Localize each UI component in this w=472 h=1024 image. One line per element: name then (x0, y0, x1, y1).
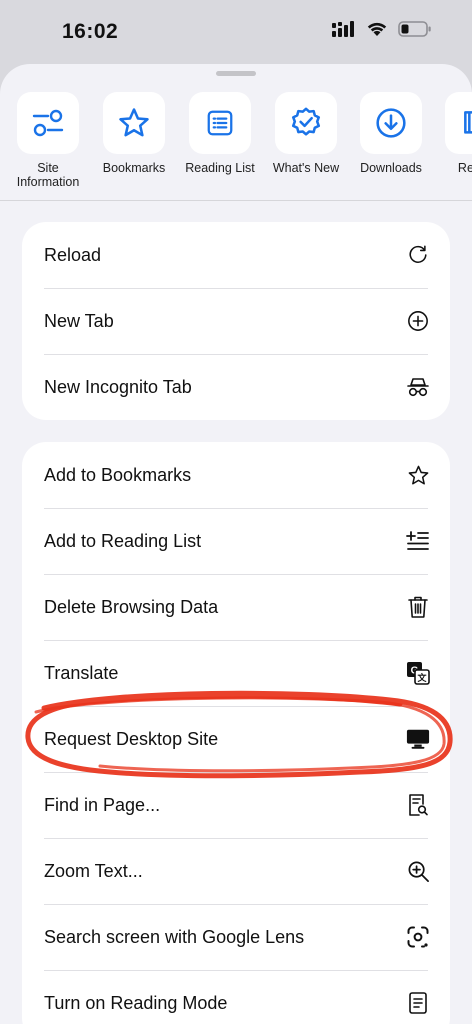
reading-list-icon (189, 92, 251, 154)
menu-item-reload[interactable]: Reload (22, 222, 450, 288)
status-icons (332, 21, 432, 37)
menu-item-label: Search screen with Google Lens (44, 926, 305, 947)
reload-icon (406, 243, 430, 267)
menu-item-translate[interactable]: Translate G文 (22, 640, 450, 706)
shortcut-carousel[interactable]: Site Information Bookmarks Reading List … (0, 92, 472, 202)
menu-item-reading-mode[interactable]: Turn on Reading Mode (22, 970, 450, 1024)
menu-item-label: Request Desktop Site (44, 728, 219, 749)
shortcut-whats-new[interactable]: What's New (263, 92, 349, 175)
shortcut-recent-tabs[interactable]: Recen (433, 92, 472, 175)
incognito-icon (406, 375, 430, 399)
menu-item-add-to-bookmarks[interactable]: Add to Bookmarks (22, 442, 450, 508)
menu-item-label: New Incognito Tab (44, 376, 192, 397)
menu-group-navigation: Reload New Tab New Incognito Tab (22, 222, 450, 420)
menu-item-search-google-lens[interactable]: Search screen with Google Lens (22, 904, 450, 970)
menu-group-page-actions: Add to Bookmarks Add to Reading List Del… (22, 442, 450, 1024)
reading-mode-icon (406, 991, 430, 1015)
shortcut-downloads[interactable]: Downloads (348, 92, 434, 175)
menu-item-label: Add to Bookmarks (44, 464, 192, 485)
section-divider (0, 200, 472, 201)
desktop-icon (406, 727, 430, 751)
badge-check-icon (275, 92, 337, 154)
translate-icon: G文 (406, 661, 430, 685)
menu-item-label: Add to Reading List (44, 530, 202, 551)
chrome-menu-sheet: Site Information Bookmarks Reading List … (0, 64, 472, 1024)
sheet-grabber[interactable] (216, 71, 256, 76)
menu-item-request-desktop-site[interactable]: Request Desktop Site (22, 706, 450, 772)
menu-item-zoom-text[interactable]: Zoom Text... (22, 838, 450, 904)
google-lens-icon (406, 925, 430, 949)
battery-icon (398, 21, 432, 37)
recent-tabs-icon (445, 92, 472, 154)
find-in-page-icon (406, 793, 430, 817)
menu-item-label: Delete Browsing Data (44, 596, 219, 617)
menu-item-label: New Tab (44, 310, 114, 331)
add-reading-list-icon (406, 529, 430, 553)
star-icon (406, 463, 430, 487)
shortcut-reading-list[interactable]: Reading List (177, 92, 263, 175)
wifi-icon (366, 21, 388, 37)
shortcut-bookmarks[interactable]: Bookmarks (91, 92, 177, 175)
menu-item-label: Reload (44, 244, 102, 265)
menu-item-label: Find in Page... (44, 794, 161, 815)
menu-item-add-to-reading-list[interactable]: Add to Reading List (22, 508, 450, 574)
menu-item-label: Translate (44, 662, 119, 683)
shortcut-label: Reading List (185, 161, 255, 175)
shortcut-label: Site Information (16, 161, 80, 189)
trash-icon (406, 595, 430, 619)
shortcut-label: What's New (272, 161, 340, 175)
site-information-icon (17, 92, 79, 154)
menu-item-label: Zoom Text... (44, 860, 143, 881)
zoom-icon (406, 859, 430, 883)
menu-item-find-in-page[interactable]: Find in Page... (22, 772, 450, 838)
plus-circle-icon (406, 309, 430, 333)
star-icon (103, 92, 165, 154)
shortcut-label: Bookmarks (102, 161, 166, 175)
status-time: 16:02 (62, 20, 119, 43)
status-bar: 16:02 (0, 0, 472, 64)
download-icon (360, 92, 422, 154)
svg-text:文: 文 (416, 672, 427, 683)
menu-item-delete-browsing-data[interactable]: Delete Browsing Data (22, 574, 450, 640)
menu-item-new-incognito-tab[interactable]: New Incognito Tab (22, 354, 450, 420)
shortcut-label: Recen (457, 161, 472, 175)
shortcut-label: Downloads (360, 161, 422, 175)
menu-item-new-tab[interactable]: New Tab (22, 288, 450, 354)
signal-icon (332, 21, 356, 37)
menu-item-label: Turn on Reading Mode (44, 992, 228, 1013)
shortcut-site-information[interactable]: Site Information (5, 92, 91, 189)
